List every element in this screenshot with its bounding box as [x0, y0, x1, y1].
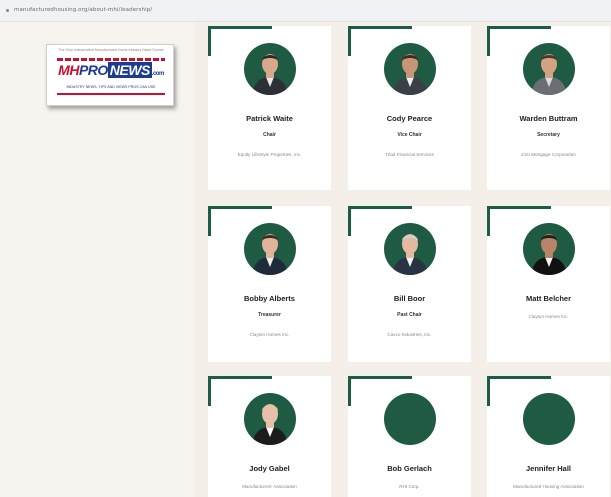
leader-card[interactable]: Jody Gabel Manufacturers' Association — [208, 376, 331, 497]
logo-top-text: The Only Independent Manufactured Home I… — [58, 48, 164, 52]
leader-card[interactable]: Jennifer Hall Manufactured Housing Associ… — [487, 376, 610, 497]
leader-role: Vice Chair — [397, 132, 422, 138]
leader-name: Warden Buttram — [519, 114, 578, 123]
leader-company: Triad Financial Services — [385, 152, 434, 157]
leader-photo — [384, 393, 436, 445]
card-accent-vertical — [208, 26, 211, 56]
leader-role: Chair — [263, 132, 276, 138]
leader-card[interactable]: Patrick Waite Chair Equity LifeStyle Prope… — [208, 26, 331, 190]
leader-photo — [523, 43, 575, 95]
leader-card[interactable]: Bobby Alberts Treasurer Clayton Homes Inc. — [208, 206, 331, 362]
leader-photo — [523, 223, 575, 275]
browser-address-bar[interactable]: manufacturedhousing.org/about-mhi/leader… — [0, 0, 611, 22]
card-accent-horizontal — [208, 26, 272, 29]
logo-flag-stripe — [57, 58, 165, 61]
card-accent-vertical — [487, 206, 490, 236]
card-accent-horizontal — [348, 376, 412, 379]
card-accent-horizontal — [208, 206, 272, 209]
leader-name: Jennifer Hall — [525, 464, 571, 473]
card-accent-vertical — [348, 206, 351, 236]
mhpronews-logo: The Only Independent Manufactured Home I… — [46, 44, 174, 106]
leader-company: Equity LifeStyle Properties, Inc. — [237, 152, 302, 157]
logo-underline — [57, 93, 165, 95]
leader-card[interactable]: Matt Belcher Clayton Homes Inc. — [487, 206, 610, 362]
leader-photo — [244, 223, 296, 275]
leader-name: Patrick Waite — [246, 114, 293, 123]
leader-photo — [384, 223, 436, 275]
leader-role: Secretary — [537, 132, 560, 138]
card-accent-vertical — [487, 376, 490, 406]
leader-name: Bob Gerlach — [387, 464, 432, 473]
card-accent-vertical — [348, 26, 351, 56]
card-accent-horizontal — [208, 376, 272, 379]
logo-brand: MHPRO NEWS .com — [58, 62, 164, 78]
leader-name: Jody Gabel — [249, 464, 290, 473]
card-accent-vertical — [208, 206, 211, 236]
leader-photo — [384, 43, 436, 95]
leader-card[interactable]: Bill Boor Past Chair Cavco Industries, Inc… — [348, 206, 471, 362]
leader-company: Cavco Industries, Inc. — [387, 332, 432, 337]
leader-card[interactable]: Bob Gerlach RHI Corp. — [348, 376, 471, 497]
leader-card[interactable]: Warden Buttram Secretary 21st Mortgage Cor… — [487, 26, 610, 190]
leader-company: Manufactured Housing Association — [513, 484, 584, 489]
logo-tagline: INDUSTRY NEWS, TIPS AND VIEWS PROS CAN U… — [66, 85, 156, 89]
card-accent-vertical — [487, 26, 490, 56]
site-info-icon[interactable] — [6, 9, 9, 12]
card-accent-horizontal — [487, 206, 551, 209]
leader-photo — [523, 393, 575, 445]
card-accent-horizontal — [348, 26, 412, 29]
card-accent-horizontal — [348, 206, 412, 209]
leader-photo — [244, 393, 296, 445]
leader-company: 21st Mortgage Corporation — [521, 152, 576, 157]
leader-card[interactable]: Cody Pearce Vice Chair Triad Financial Ser… — [348, 26, 471, 190]
card-accent-vertical — [348, 376, 351, 406]
leader-company: Manufacturers' Association — [242, 484, 297, 489]
leader-name: Cody Pearce — [386, 114, 433, 123]
leader-name: Matt Belcher — [525, 294, 571, 303]
leader-role: Past Chair — [397, 312, 422, 318]
leader-role: Treasurer — [258, 312, 281, 318]
card-accent-vertical — [208, 376, 211, 406]
card-accent-horizontal — [487, 376, 551, 379]
leader-company: Clayton Homes Inc. — [528, 314, 569, 319]
card-accent-horizontal — [487, 26, 551, 29]
leader-company: Clayton Homes Inc. — [249, 332, 290, 337]
leader-name: Bobby Alberts — [244, 294, 295, 303]
url-text[interactable]: manufacturedhousing.org/about-mhi/leader… — [14, 7, 152, 13]
leader-name: Bill Boor — [393, 294, 426, 303]
leader-company: RHI Corp. — [399, 484, 420, 489]
leader-photo — [244, 43, 296, 95]
